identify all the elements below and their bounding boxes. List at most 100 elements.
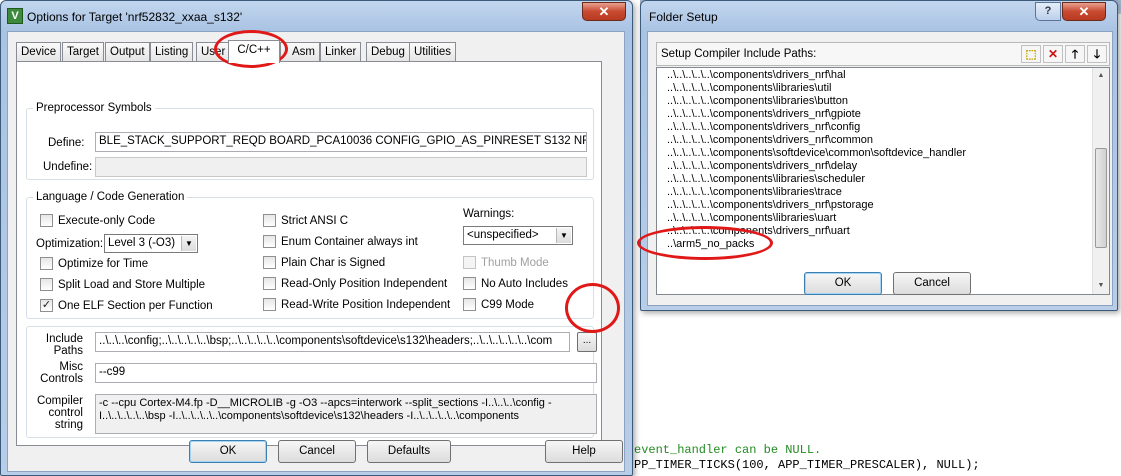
list-item[interactable]: ..\..\..\..\..\components\drivers_nrf\gp… bbox=[667, 108, 861, 121]
preprocessor-legend: Preprocessor Symbols bbox=[36, 102, 152, 114]
help-icon[interactable]: ? bbox=[1035, 2, 1061, 21]
folder-ok-button[interactable]: OK bbox=[804, 272, 882, 295]
plain-char-label: Plain Char is Signed bbox=[281, 256, 386, 269]
help-button[interactable]: Help bbox=[545, 440, 623, 463]
optimization-label: Optimization: bbox=[36, 238, 104, 250]
strict-ansi-checkbox[interactable]: Strict ANSI C bbox=[263, 214, 348, 227]
folder-setup-close-button[interactable]: ✕ bbox=[1062, 2, 1106, 21]
define-field[interactable]: BLE_STACK_SUPPORT_REQD BOARD_PCA10036 CO… bbox=[95, 132, 587, 152]
move-up-icon[interactable]: 🡑 bbox=[1065, 45, 1085, 63]
tab-utilities[interactable]: Utilities bbox=[409, 42, 457, 62]
scroll-thumb[interactable] bbox=[1095, 148, 1107, 248]
checkbox-box bbox=[40, 257, 53, 270]
ro-pi-checkbox[interactable]: Read-Only Position Independent bbox=[263, 277, 447, 290]
split-load-label: Split Load and Store Multiple bbox=[58, 278, 206, 291]
folder-setup-header: Setup Compiler Include Paths: ⬚ ✕ 🡑 🡓 bbox=[656, 42, 1110, 66]
optimization-value: Level 3 (-O3) bbox=[108, 237, 176, 249]
list-scrollbar[interactable]: ▲ ▼ bbox=[1092, 68, 1109, 294]
list-item[interactable]: ..\..\..\..\..\components\libraries\uart bbox=[667, 212, 836, 225]
list-item[interactable]: ..\..\..\..\..\components\libraries\butt… bbox=[667, 95, 848, 108]
list-item[interactable]: ..\..\..\..\..\components\drivers_nrf\co… bbox=[667, 134, 873, 147]
list-item[interactable]: ..\..\..\..\..\components\drivers_nrf\de… bbox=[667, 160, 857, 173]
list-item[interactable]: ..\..\..\..\..\components\drivers_nrf\ha… bbox=[667, 69, 846, 82]
c99-mode-checkbox[interactable]: C99 Mode bbox=[463, 298, 534, 311]
list-item[interactable]: ..\..\..\..\..\components\libraries\trac… bbox=[667, 186, 842, 199]
compiler-string-label: Compiler control string bbox=[36, 395, 83, 431]
list-item[interactable]: ..\..\..\..\..\components\libraries\util bbox=[667, 82, 831, 95]
include-paths-field[interactable]: ..\..\..\config;..\..\..\..\..\bsp;..\..… bbox=[95, 332, 570, 352]
rw-pi-checkbox[interactable]: Read-Write Position Independent bbox=[263, 298, 450, 311]
tab-listing[interactable]: Listing bbox=[150, 42, 194, 62]
thumb-mode-checkbox[interactable]: Thumb Mode bbox=[463, 256, 549, 269]
compiler-string-field[interactable]: -c --cpu Cortex-M4.fp -D__MICROLIB -g -O… bbox=[95, 394, 597, 434]
enum-container-label: Enum Container always int bbox=[281, 235, 418, 248]
execute-only-label: Execute-only Code bbox=[58, 214, 156, 227]
ro-pi-label: Read-Only Position Independent bbox=[281, 277, 448, 290]
checkmark-icon: ✓ bbox=[40, 299, 53, 312]
options-body: Device Target Output Listing User C/C++ … bbox=[7, 31, 625, 472]
new-icon[interactable]: ⬚ bbox=[1021, 45, 1041, 63]
move-down-icon[interactable]: 🡓 bbox=[1087, 45, 1107, 63]
undefine-field[interactable] bbox=[95, 157, 587, 177]
defaults-button[interactable]: Defaults bbox=[367, 440, 451, 463]
code-line: PP_TIMER_TICKS(100, APP_TIMER_PRESCALER)… bbox=[634, 458, 980, 472]
tab-c-cpp[interactable]: C/C++ bbox=[228, 40, 280, 63]
rw-pi-label: Read-Write Position Independent bbox=[281, 298, 451, 311]
cancel-button[interactable]: Cancel bbox=[278, 440, 356, 463]
checkbox-box bbox=[463, 277, 476, 290]
no-auto-includes-label: No Auto Includes bbox=[481, 277, 568, 290]
include-paths-browse-button[interactable]: ... bbox=[577, 332, 597, 352]
c99-mode-label: C99 Mode bbox=[481, 298, 535, 311]
one-elf-checkbox[interactable]: ✓ One ELF Section per Function bbox=[40, 299, 213, 312]
warnings-select[interactable]: <unspecified> ▼ bbox=[463, 226, 573, 245]
misc-controls-label: Misc Controls bbox=[40, 361, 83, 385]
tab-linker[interactable]: Linker bbox=[320, 42, 362, 62]
list-item[interactable]: ..\..\..\..\..\components\softdevice\com… bbox=[667, 147, 966, 160]
options-dialog: V Options for Target 'nrf52832_xxaa_s132… bbox=[0, 0, 633, 476]
folder-setup-title-bar[interactable]: Folder Setup ? ✕ bbox=[641, 1, 1117, 31]
optimization-select[interactable]: Level 3 (-O3) ▼ bbox=[104, 234, 198, 253]
split-load-checkbox[interactable]: Split Load and Store Multiple bbox=[40, 278, 205, 291]
scroll-up-icon[interactable]: ▲ bbox=[1093, 68, 1109, 84]
warnings-value: <unspecified> bbox=[467, 229, 539, 241]
annotation-circle-new-path bbox=[637, 226, 773, 260]
uvision-icon: V bbox=[7, 8, 23, 24]
options-title: Options for Target 'nrf52832_xxaa_s132' bbox=[27, 10, 243, 24]
list-item[interactable]: ..\..\..\..\..\components\libraries\sche… bbox=[667, 173, 865, 186]
folder-setup-title: Folder Setup bbox=[649, 10, 718, 24]
checkbox-box bbox=[463, 256, 476, 269]
strict-ansi-label: Strict ANSI C bbox=[281, 214, 349, 227]
checkbox-box bbox=[263, 256, 276, 269]
list-item[interactable]: ..\..\..\..\..\components\drivers_nrf\ps… bbox=[667, 199, 874, 212]
optimize-time-checkbox[interactable]: Optimize for Time bbox=[40, 257, 148, 270]
plain-char-checkbox[interactable]: Plain Char is Signed bbox=[263, 256, 385, 269]
checkbox-box bbox=[463, 298, 476, 311]
options-title-bar[interactable]: V Options for Target 'nrf52832_xxaa_s132… bbox=[1, 1, 632, 31]
tab-device[interactable]: Device bbox=[16, 42, 62, 62]
options-close-button[interactable]: ✕ bbox=[582, 2, 626, 21]
annotation-circle-browse-button bbox=[565, 283, 620, 333]
include-paths-list[interactable]: ..\..\..\..\..\components\drivers_nrf\ha… bbox=[656, 67, 1110, 295]
misc-controls-field[interactable]: --c99 bbox=[95, 363, 597, 383]
delete-icon[interactable]: ✕ bbox=[1043, 45, 1063, 63]
enum-container-checkbox[interactable]: Enum Container always int bbox=[263, 235, 418, 248]
folder-cancel-button[interactable]: Cancel bbox=[893, 272, 971, 295]
ok-button[interactable]: OK bbox=[189, 440, 267, 463]
dropdown-arrow-icon: ▼ bbox=[556, 228, 571, 243]
checkbox-box bbox=[40, 278, 53, 291]
include-paths-header-label: Setup Compiler Include Paths: bbox=[661, 48, 817, 60]
checkbox-box bbox=[263, 298, 276, 311]
no-auto-includes-checkbox[interactable]: No Auto Includes bbox=[463, 277, 568, 290]
folder-setup-dialog: Folder Setup ? ✕ Setup Compiler Include … bbox=[640, 0, 1118, 311]
c-cpp-tab-panel: Preprocessor Symbols Define: BLE_STACK_S… bbox=[16, 61, 602, 446]
execute-only-checkbox[interactable]: Execute-only Code bbox=[40, 214, 155, 227]
tab-target[interactable]: Target bbox=[62, 42, 104, 62]
tab-debug[interactable]: Debug bbox=[366, 42, 410, 62]
list-item[interactable]: ..\..\..\..\..\components\drivers_nrf\co… bbox=[667, 121, 860, 134]
checkbox-box bbox=[263, 235, 276, 248]
tab-output[interactable]: Output bbox=[105, 42, 150, 62]
include-paths-label: Include Paths bbox=[45, 333, 83, 357]
scroll-down-icon[interactable]: ▼ bbox=[1093, 278, 1109, 294]
undefine-label: Undefine: bbox=[43, 161, 93, 173]
define-label: Define: bbox=[48, 137, 85, 149]
